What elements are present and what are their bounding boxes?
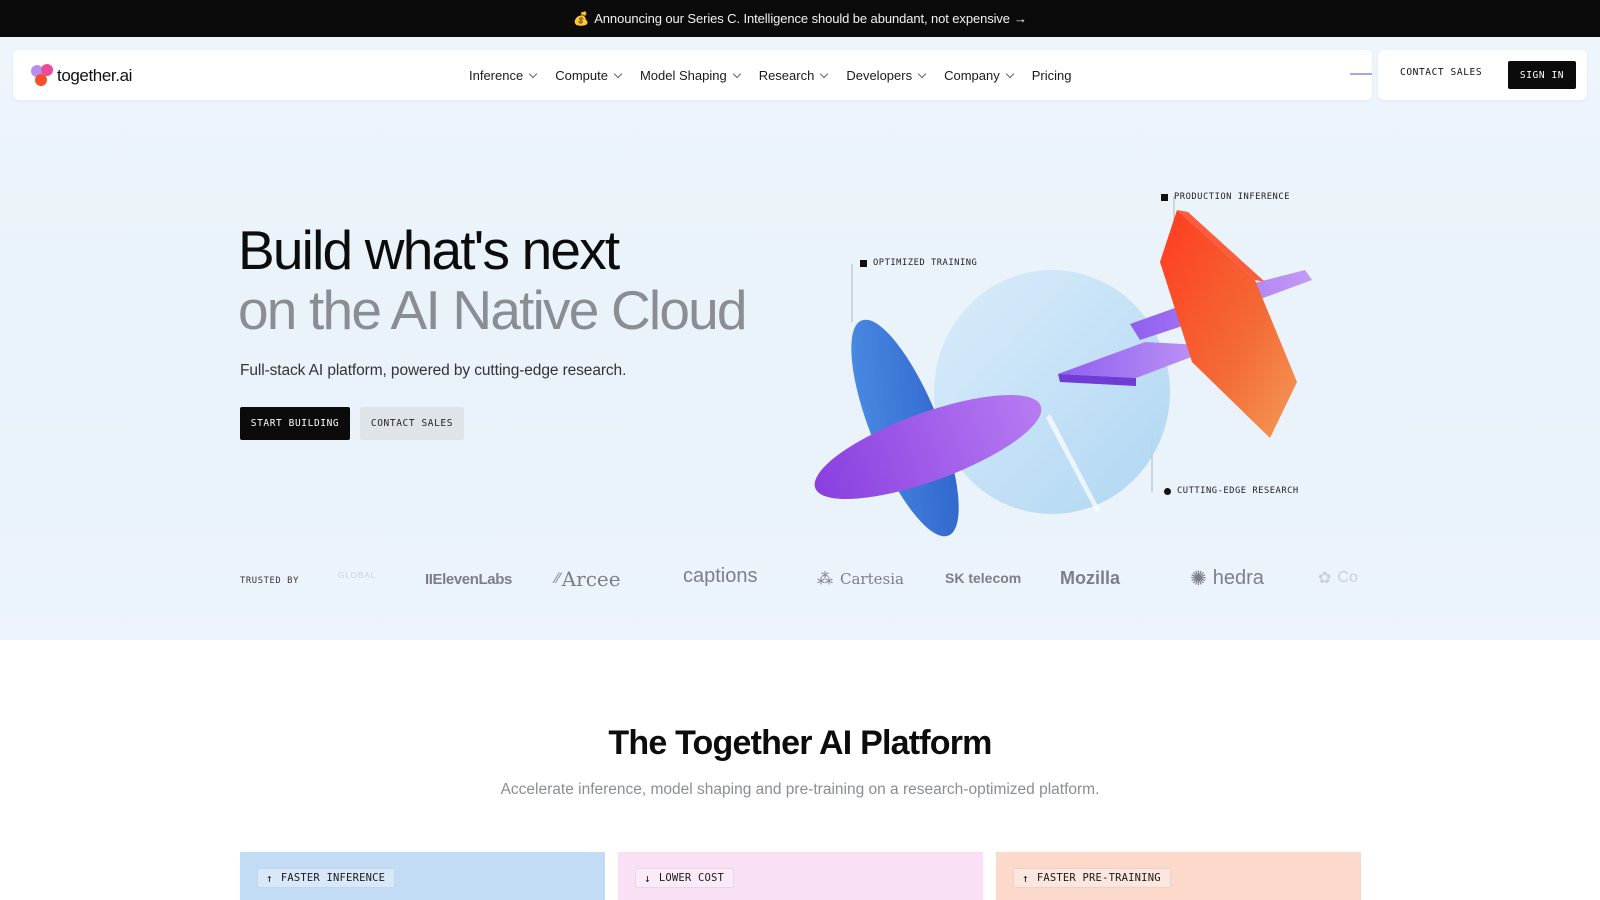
brand-name: Co (1337, 569, 1358, 586)
card-tag: ↑ FASTER PRE-TRAINING (1013, 868, 1171, 888)
card-lower-cost[interactable]: ↓ LOWER COST (618, 852, 983, 900)
nav-contact-sales-button[interactable]: CONTACT SALES (1400, 67, 1482, 78)
nav-divider-dash (1350, 73, 1372, 75)
announcement-bar[interactable]: 💰 Announcing our Series C. Intelligence … (0, 0, 1600, 37)
circle-icon (1164, 487, 1171, 495)
nav-item-label: Company (944, 67, 1000, 83)
arcee-mark-icon: ⁄⁄ (555, 571, 560, 587)
brand-name: Mozilla (1060, 568, 1121, 588)
money-bag-icon: 💰 (573, 10, 590, 26)
brand-name: hedra (1212, 567, 1264, 589)
chevron-down-icon (820, 69, 829, 78)
together-logo-icon (30, 64, 54, 88)
nav-menu: Inference Compute Model Shaping Research… (469, 50, 1090, 100)
nav-item-pricing[interactable]: Pricing (1032, 68, 1072, 83)
logo-co: ✿ Co (1318, 568, 1358, 588)
chevron-down-icon (528, 69, 538, 78)
nav-item-company[interactable]: Company (944, 67, 1014, 83)
card-faster-pre-training[interactable]: ↑ FASTER PRE-TRAINING (996, 852, 1361, 900)
square-icon (1161, 193, 1168, 201)
brand-name: SK telecom (945, 570, 1022, 586)
chevron-down-icon (732, 69, 741, 78)
logo-captions: captions (683, 565, 758, 588)
nav-item-developers[interactable]: Developers (846, 67, 927, 83)
label-production-inference: PRODUCTION INFERENCE (1161, 192, 1290, 202)
chevron-down-icon (917, 69, 927, 78)
chevron-down-icon (613, 69, 623, 78)
label-text: CUTTING-EDGE RESEARCH (1177, 486, 1299, 496)
arrow-up-icon: ↑ (1022, 871, 1029, 885)
logo-mozilla: Mozilla (1060, 568, 1120, 589)
chevron-down-icon (1005, 69, 1014, 78)
start-building-button[interactable]: START BUILDING (240, 407, 350, 440)
card-tag: ↓ LOWER COST (635, 868, 735, 888)
nav-item-research[interactable]: Research (758, 67, 829, 83)
arrow-up-icon: ↑ (266, 871, 273, 885)
nav-item-label: Research (758, 67, 815, 83)
nav-item-label: Developers (846, 67, 913, 83)
nav-item-compute[interactable]: Compute (555, 67, 623, 83)
hero-contact-sales-button[interactable]: CONTACT SALES (360, 407, 464, 440)
arrow-down-icon: ↓ (644, 871, 651, 885)
sign-in-button[interactable]: SIGN IN (1508, 61, 1576, 89)
hero-section: together.ai Inference Compute Model Shap… (0, 37, 1600, 640)
logo-arcee: ⁄⁄ Arcee (555, 567, 621, 591)
arrow-right-icon: → (1013, 11, 1027, 26)
brand-name: captions (683, 565, 758, 587)
hero-illustration: PRODUCTION INFERENCE OPTIMIZED TRAINING … (800, 142, 1360, 562)
nav-item-label: Model Shaping (639, 67, 727, 83)
logo-global: GLOBAL (338, 571, 376, 580)
flower-mark-icon: ✿ (1318, 570, 1332, 587)
logo[interactable]: together.ai (30, 64, 132, 88)
hero-subtitle: Full-stack AI platform, powered by cutti… (240, 362, 627, 379)
brand-name: IIElevenLabs (425, 571, 512, 588)
logo-hedra: ✺ hedra (1190, 566, 1264, 591)
square-icon (860, 259, 867, 267)
logo-text: together.ai (57, 66, 132, 85)
label-optimized-training: OPTIMIZED TRAINING (860, 258, 977, 268)
card-tag-label: FASTER INFERENCE (280, 872, 386, 884)
nav-item-label: Inference (469, 67, 524, 83)
nav-item-inference[interactable]: Inference (469, 67, 538, 83)
hero-title-line2: on the AI Native Cloud (238, 279, 748, 341)
platform-subtitle: Accelerate inference, model shaping and … (500, 781, 1100, 798)
announcement-text[interactable]: Announcing our Series C. Intelligence sh… (594, 11, 1010, 26)
card-tag: ↑ FASTER INFERENCE (257, 868, 396, 888)
logo-sk-telecom: SK telecom (945, 570, 1021, 586)
hero-3d-art (814, 196, 1312, 537)
label-text: PRODUCTION INFERENCE (1174, 192, 1290, 202)
label-text: OPTIMIZED TRAINING (873, 258, 978, 268)
logo-elevenlabs: IIElevenLabs (425, 571, 512, 588)
nav-item-label: Compute (555, 67, 608, 83)
brand-name: GLOBAL (338, 571, 377, 580)
customer-logos: GLOBAL IIElevenLabs ⁄⁄ Arcee captions ⁂ … (330, 556, 1360, 606)
logo-cartesia: ⁂ Cartesia (817, 569, 904, 588)
main-nav: together.ai Inference Compute Model Shap… (13, 50, 1372, 100)
card-tag-label: LOWER COST (658, 872, 725, 884)
trusted-by-label: TRUSTED BY (240, 576, 299, 586)
card-tag-label: FASTER PRE-TRAINING (1036, 872, 1161, 884)
nav-item-label: Pricing (1031, 67, 1072, 83)
hedra-mark-icon: ✺ (1190, 568, 1207, 590)
brand-name: Arcee (561, 567, 621, 591)
nav-actions: CONTACT SALES SIGN IN (1378, 50, 1587, 100)
cartesia-mark-icon: ⁂ (817, 569, 833, 588)
label-cutting-edge-research: CUTTING-EDGE RESEARCH (1164, 486, 1299, 496)
card-faster-inference[interactable]: ↑ FASTER INFERENCE (240, 852, 605, 900)
hero-title-line1: Build what's next (238, 219, 620, 281)
brand-name: Cartesia (840, 569, 904, 588)
nav-item-model-shaping[interactable]: Model Shaping (639, 67, 741, 83)
platform-title: The Together AI Platform (608, 724, 992, 762)
